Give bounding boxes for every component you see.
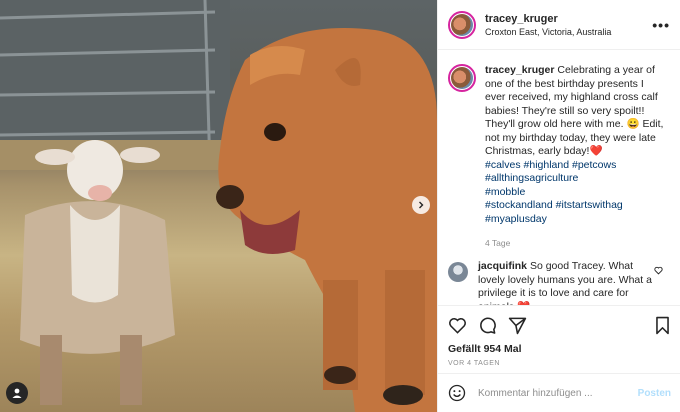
caption: tracey_kruger Celebrating a year of one … xyxy=(438,50,680,226)
hashtag[interactable]: #calves xyxy=(485,159,521,171)
comment-avatar[interactable] xyxy=(448,262,468,282)
user-icon xyxy=(12,388,22,398)
avatar[interactable] xyxy=(448,10,476,39)
hashtag[interactable]: #stockandland xyxy=(485,199,553,211)
comment-item: jacquifink So good Tracey. What lovely l… xyxy=(438,248,680,305)
share-paper-plane-icon[interactable] xyxy=(508,316,527,335)
bookmark-icon[interactable] xyxy=(654,316,671,335)
comment-username[interactable]: jacquifink xyxy=(478,260,527,272)
next-photo-button[interactable] xyxy=(412,196,430,214)
hashtag[interactable]: #itstartswithag xyxy=(556,199,623,211)
post-side-panel: tracey_kruger Croxton East, Victoria, Au… xyxy=(437,0,680,412)
hashtag[interactable]: #allthingsagriculture xyxy=(485,172,665,186)
comment-input[interactable] xyxy=(476,386,638,400)
more-horizontal-icon: ••• xyxy=(652,16,670,33)
caption-avatar[interactable] xyxy=(448,64,476,92)
hashtag[interactable]: #mobble xyxy=(485,186,665,200)
post-button[interactable]: Posten xyxy=(638,388,671,399)
chevron-right-icon xyxy=(419,201,424,209)
post-photo[interactable] xyxy=(0,0,437,412)
lamb-graphic xyxy=(20,140,175,405)
comments-section: tracey_kruger Celebrating a year of one … xyxy=(438,50,680,305)
like-count[interactable]: Gefällt 954 Mal xyxy=(448,343,671,355)
more-options-button[interactable]: ••• xyxy=(652,17,670,33)
caption-username[interactable]: tracey_kruger xyxy=(485,64,554,76)
comment-bubble-icon[interactable] xyxy=(478,316,497,335)
tagged-users-button[interactable] xyxy=(6,382,28,404)
caption-age[interactable]: 4 Tage xyxy=(485,238,680,248)
like-heart-icon[interactable] xyxy=(448,316,467,335)
caption-text: Celebrating a year of one of the best bi… xyxy=(485,64,664,157)
calf-graphic xyxy=(216,28,437,412)
post-header: tracey_kruger Croxton East, Victoria, Au… xyxy=(438,0,680,50)
emoji-icon[interactable] xyxy=(448,384,466,402)
hashtag[interactable]: #myaplusday xyxy=(485,213,665,227)
post-date[interactable]: VOR 4 TAGEN xyxy=(448,360,671,367)
hashtag-list: #calves #highland #petcows #allthingsagr… xyxy=(485,159,665,227)
heart-outline-icon[interactable] xyxy=(654,266,663,275)
header-location[interactable]: Croxton East, Victoria, Australia xyxy=(485,27,652,37)
add-comment-bar: Posten xyxy=(438,373,680,412)
header-username[interactable]: tracey_kruger xyxy=(485,13,652,25)
hashtag[interactable]: #highland xyxy=(524,159,570,171)
hashtag[interactable]: #petcows xyxy=(572,159,616,171)
